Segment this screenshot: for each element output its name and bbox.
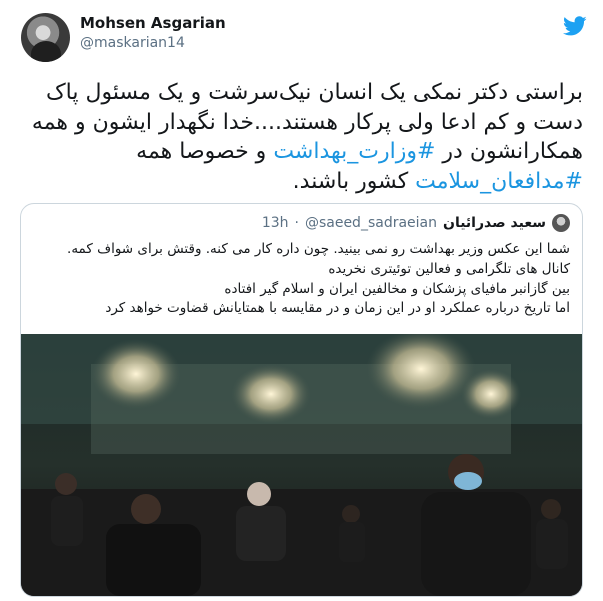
quoted-tweet-header: سعید صدرائیان @saeed_sadraeian · 13h bbox=[262, 214, 570, 232]
quoted-tweet-photo[interactable] bbox=[21, 334, 582, 596]
quoted-line-4: اما تاریخ درباره عملکرد او در این زمان و… bbox=[105, 300, 570, 317]
author-handle[interactable]: @maskarian14 bbox=[80, 35, 185, 51]
quoted-tweet-text: شما این عکس وزیر بهداشت رو نمی بینید. چو… bbox=[30, 240, 570, 319]
author-avatar[interactable] bbox=[21, 13, 70, 62]
quoted-author-avatar[interactable] bbox=[552, 214, 570, 232]
tweet-text-part3: کشور باشند. bbox=[292, 168, 416, 194]
quoted-line-3: بین گازانبر مافیای پزشکان و مخالفین ایرا… bbox=[224, 280, 570, 297]
tweet-text-part2: و خصوصا همه bbox=[136, 139, 274, 164]
hashtag-health-ministry[interactable]: #وزارت_بهداشت bbox=[273, 139, 435, 164]
hashtag-health-defenders[interactable]: #مدافعان_سلامت bbox=[415, 169, 583, 194]
quoted-tweet-time[interactable]: 13h bbox=[262, 215, 289, 231]
quoted-line-1: شما این عکس وزیر بهداشت رو نمی بینید. چو… bbox=[67, 241, 570, 257]
quoted-author-name[interactable]: سعید صدرائیان bbox=[443, 215, 546, 231]
tweet-text: براستی دکتر نمکی یک انسان نیک‌سرشت و یک … bbox=[20, 78, 583, 196]
quoted-tweet[interactable]: سعید صدرائیان @saeed_sadraeian · 13h شما… bbox=[20, 203, 583, 597]
tweet-card: Mohsen Asgarian @maskarian14 براستی دکتر… bbox=[0, 0, 603, 601]
quoted-tweet-separator: · bbox=[294, 215, 299, 231]
quoted-line-2: کانال های تلگرامی و فعالین توئیتری نخرید… bbox=[328, 260, 570, 277]
twitter-bird-icon[interactable] bbox=[563, 14, 587, 38]
author-name[interactable]: Mohsen Asgarian bbox=[80, 14, 226, 32]
quoted-author-handle[interactable]: @saeed_sadraeian bbox=[305, 215, 437, 231]
